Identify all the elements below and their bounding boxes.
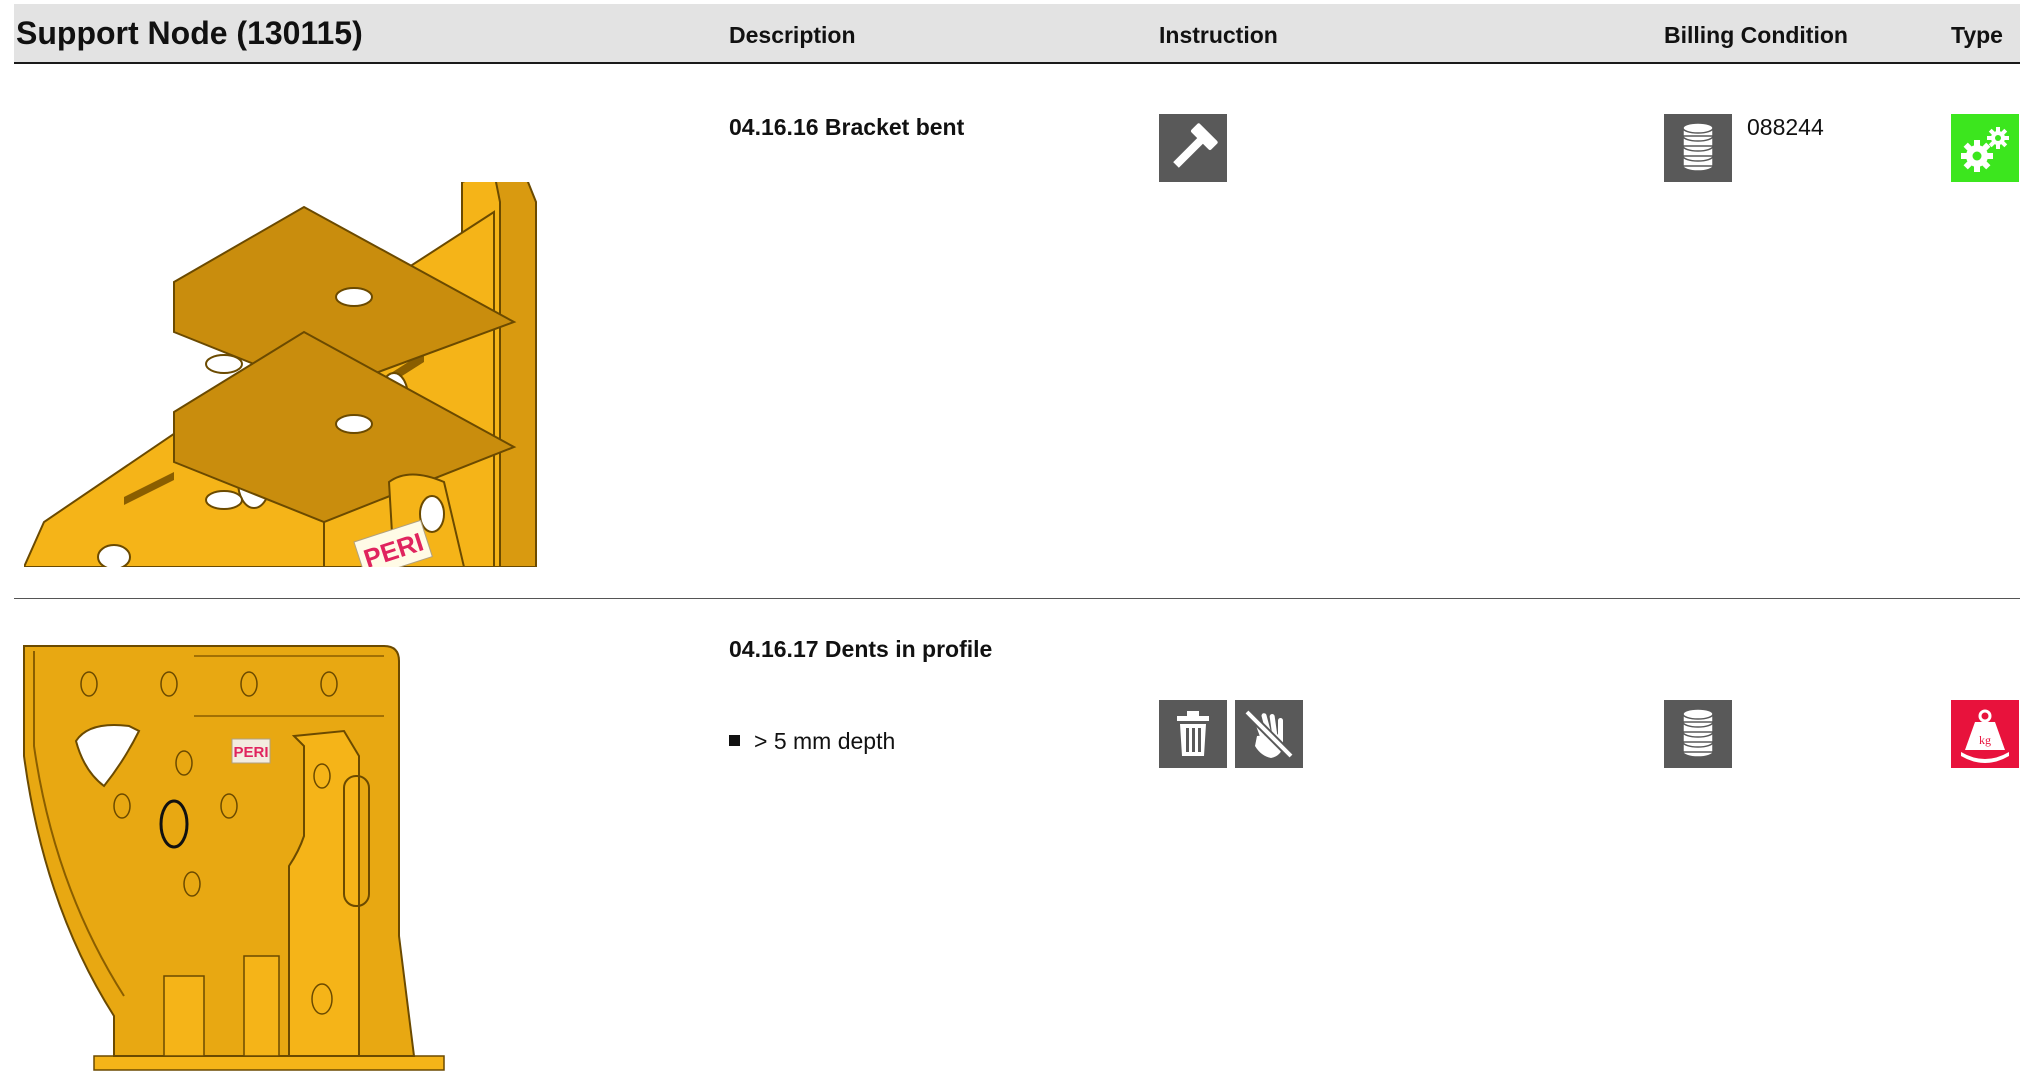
- column-header-instruction: Instruction: [1159, 22, 1278, 48]
- description-bullet: > 5 mm depth: [729, 728, 895, 755]
- coin-stack-icon: [1664, 114, 1732, 182]
- page-title: Support Node (130115): [16, 15, 363, 51]
- no-hand-icon: [1235, 700, 1303, 768]
- kg-label: kg: [1979, 733, 1991, 747]
- column-header-billing-condition: Billing Condition: [1664, 22, 1848, 48]
- column-header-description: Description: [729, 22, 856, 48]
- table-row: PERI 04.16.17 Dents in profile > 5 mm de…: [14, 600, 2020, 1071]
- trash-icon: [1159, 700, 1227, 768]
- item-description-title: 04.16.17 Dents in profile: [729, 636, 993, 662]
- bullet-text: > 5 mm depth: [754, 728, 896, 754]
- coin-stack-icon: [1664, 700, 1732, 768]
- table-row: PERI 04.16.16 Bracket bent 088244: [14, 62, 2020, 599]
- column-header-type: Type: [1951, 22, 2003, 48]
- table-header: Support Node (130115) Description Instru…: [14, 4, 2020, 64]
- item-description-title: 04.16.16 Bracket bent: [729, 114, 965, 140]
- bracket-part-image: PERI: [24, 182, 714, 567]
- bullet-square-icon: [729, 735, 740, 747]
- peri-logo: PERI: [233, 744, 268, 761]
- profile-part-image: PERI: [14, 636, 454, 1071]
- weight-kg-icon: kg: [1951, 700, 2019, 768]
- gears-icon: [1951, 114, 2019, 182]
- hammer-icon: [1159, 114, 1227, 182]
- billing-code: 088244: [1747, 114, 1824, 140]
